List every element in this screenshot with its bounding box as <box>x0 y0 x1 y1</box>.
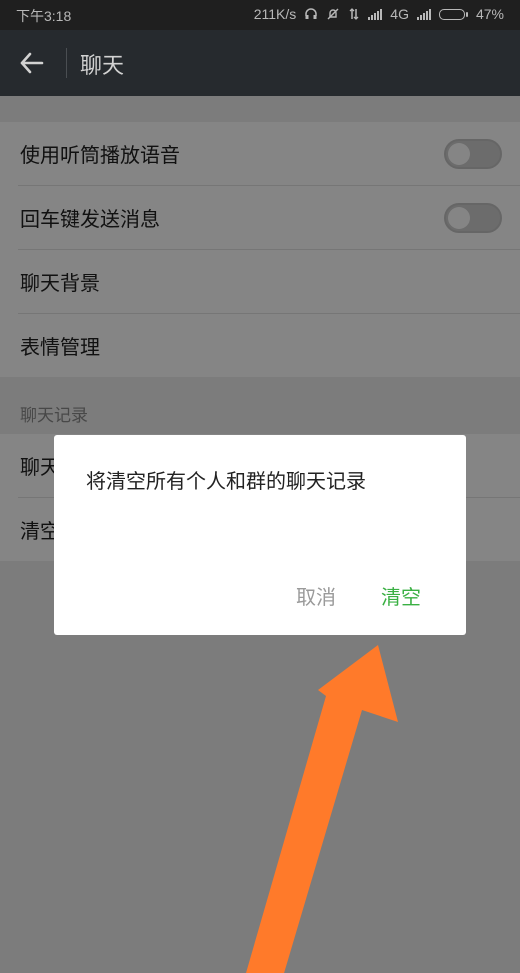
status-icons: 211K/s 4G 47% <box>254 6 504 22</box>
data-transfer-icon <box>349 8 359 20</box>
dialog-message: 将清空所有个人和群的聊天记录 <box>86 469 366 493</box>
page-title: 聊天 <box>80 54 125 79</box>
net-speed: 211K/s <box>253 6 297 22</box>
cancel-button[interactable]: 取消 <box>296 581 336 610</box>
battery-percent: 47% <box>475 6 504 22</box>
arrow-left-icon[interactable] <box>18 49 46 77</box>
app-bar-divider <box>66 48 67 78</box>
confirm-dialog: 将清空所有个人和群的聊天记录 取消 清空 <box>54 435 466 635</box>
app-bar: 聊天 <box>0 30 520 96</box>
clear-button[interactable]: 清空 <box>381 581 421 610</box>
headset-icon <box>305 8 318 19</box>
status-bar: 下午3:18 211K/s 4G 47% <box>0 0 520 30</box>
signal-icon-2 <box>416 8 431 20</box>
battery-icon <box>438 8 468 20</box>
status-time: 下午3:18 <box>16 8 72 24</box>
alarm-off-icon <box>327 8 339 20</box>
signal-icon <box>368 8 383 20</box>
network-type: 4G <box>390 6 409 22</box>
